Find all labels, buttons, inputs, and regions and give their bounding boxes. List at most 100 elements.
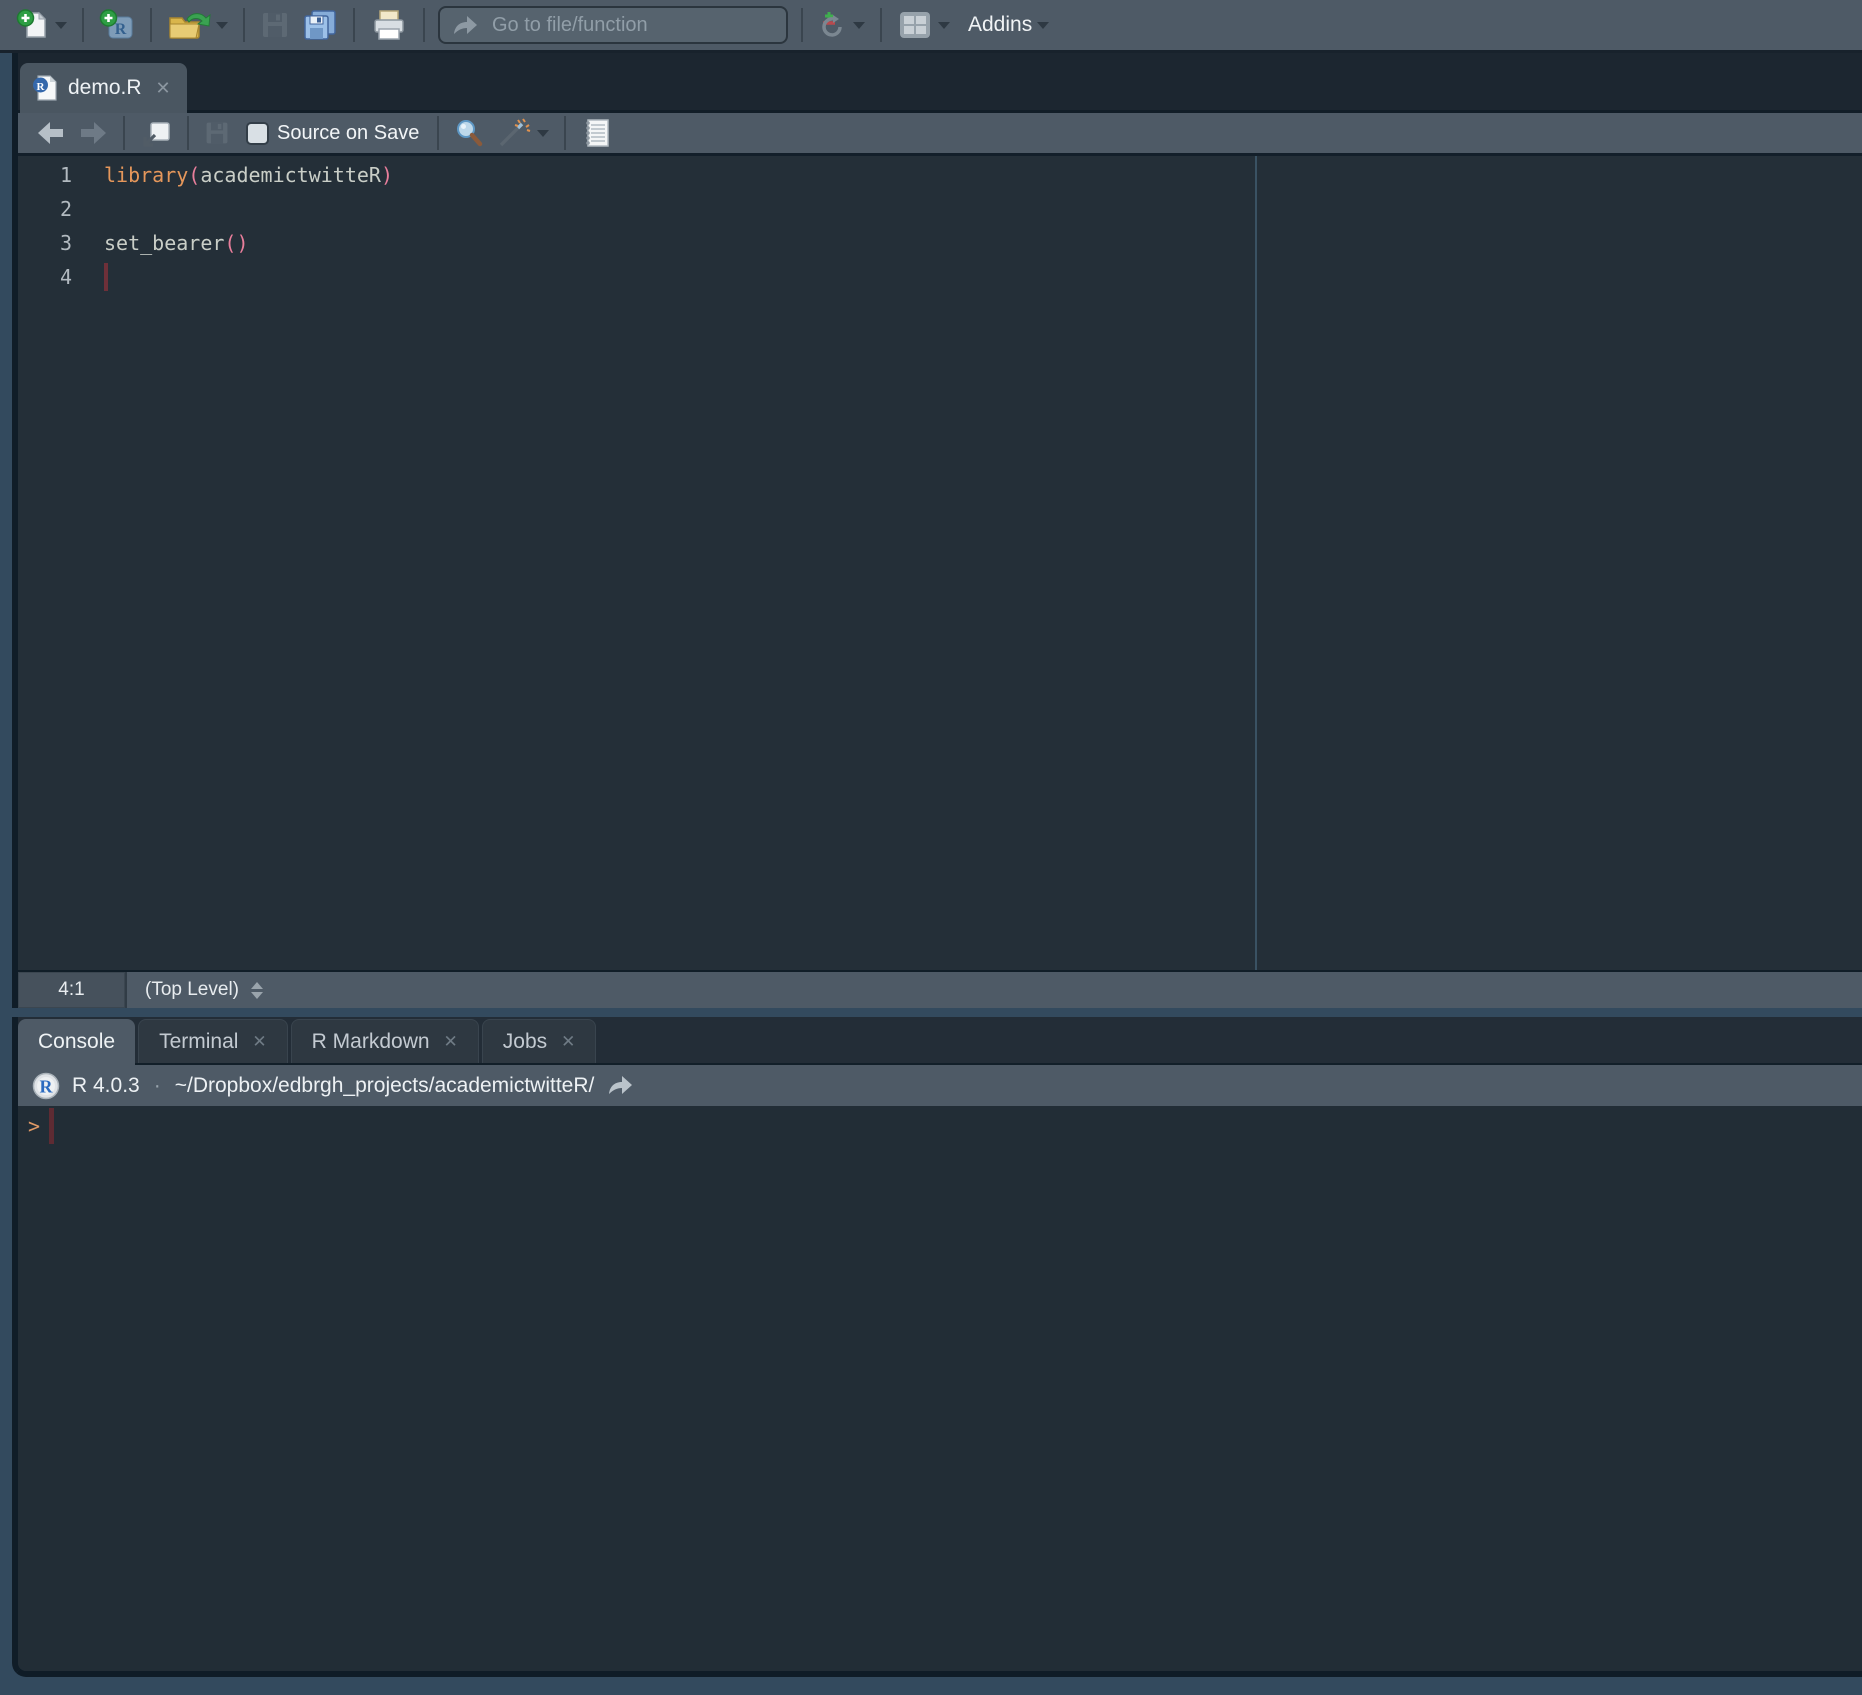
save-button-editor[interactable] <box>198 112 236 154</box>
code-line: 2 <box>18 192 1862 226</box>
line-number: 3 <box>18 226 72 260</box>
console-tab-label: Terminal <box>159 1030 238 1054</box>
editor-tab-title: demo.R <box>68 76 142 100</box>
r-logo-icon: R <box>32 1072 60 1100</box>
line-number: 4 <box>18 260 72 294</box>
show-in-new-window-icon <box>140 118 172 148</box>
console-tab-bar: Console Terminal ✕ R Markdown ✕ Jobs ✕ <box>18 1017 1862 1063</box>
scope-label: (Top Level) <box>145 979 239 1001</box>
panes-layout-caret-icon <box>938 22 950 29</box>
code-editor[interactable]: 1library(academictwitteR)23set_bearer()4 <box>18 156 1862 970</box>
new-project-button[interactable]: R <box>93 4 141 46</box>
header-dot-separator: · <box>154 1074 161 1098</box>
addins-button[interactable]: Addins <box>956 4 1055 46</box>
console-tab-jobs[interactable]: Jobs ✕ <box>482 1019 597 1063</box>
line-number: 1 <box>18 158 72 192</box>
toolbar-separator <box>187 116 189 150</box>
code-tools-button[interactable] <box>490 112 555 154</box>
toolbar-separator <box>880 8 882 42</box>
toolbar-separator <box>564 116 566 150</box>
compile-report-icon <box>581 117 611 149</box>
code-token: library <box>104 163 188 187</box>
editor-tab-demo-r[interactable]: R demo.R ✕ <box>20 63 187 113</box>
forward-button[interactable] <box>72 112 114 154</box>
code-token: ( <box>188 163 200 187</box>
new-file-button[interactable] <box>10 4 73 46</box>
code-token: ) <box>381 163 393 187</box>
console-tab-r-markdown[interactable]: R Markdown ✕ <box>291 1019 479 1063</box>
code-token: set_bearer <box>104 231 224 255</box>
save-button[interactable] <box>254 4 296 46</box>
toolbar-separator <box>123 116 125 150</box>
open-file-caret-icon <box>216 22 228 29</box>
code-text: library(academictwitteR) <box>104 158 393 192</box>
toolbar-separator <box>243 8 245 42</box>
toolbar-separator <box>150 8 152 42</box>
save-icon <box>260 10 290 40</box>
r-script-file-icon: R <box>32 73 58 103</box>
tab-close-icon[interactable]: ✕ <box>252 1032 266 1052</box>
console-body[interactable]: > <box>18 1106 1862 1671</box>
code-text <box>104 260 108 294</box>
panes-layout-button[interactable] <box>891 4 956 46</box>
code-line: 4 <box>18 260 1862 294</box>
forward-icon <box>78 120 108 146</box>
search-replace-button[interactable] <box>448 112 490 154</box>
new-file-caret-icon <box>55 22 67 29</box>
scope-selector[interactable]: (Top Level) <box>145 979 263 1001</box>
main-toolbar: R <box>0 0 1862 53</box>
editor-toolbar: Source on Save <box>18 110 1862 156</box>
editor-status-bar: 4:1 (Top Level) <box>18 970 1862 1008</box>
new-file-icon <box>16 8 50 42</box>
svg-text:R: R <box>40 1076 54 1096</box>
goto-arrow-icon <box>452 13 478 37</box>
toolbar-separator <box>353 8 355 42</box>
goto-file-function-box[interactable] <box>438 6 788 44</box>
console-tab-label: R Markdown <box>312 1030 430 1054</box>
goto-file-function-input[interactable] <box>490 13 774 38</box>
version-control-icon <box>818 6 848 44</box>
cursor-position-indicator: 4:1 <box>18 972 127 1008</box>
code-token: academictwitteR <box>200 163 381 187</box>
editor-tab-bar: R demo.R ✕ <box>18 53 1862 110</box>
version-control-caret-icon <box>853 22 865 29</box>
addins-caret-icon <box>1037 22 1049 29</box>
console-header: R R 4.0.3 · ~/Dropbox/edbrgh_projects/ac… <box>18 1063 1862 1106</box>
console-tab-terminal[interactable]: Terminal ✕ <box>138 1019 288 1063</box>
new-project-icon: R <box>99 8 135 42</box>
console-tab-label: Jobs <box>503 1030 547 1054</box>
show-in-new-window-button[interactable] <box>134 112 178 154</box>
code-line: 3 set_bearer() <box>18 226 1862 260</box>
open-file-button[interactable] <box>161 4 234 46</box>
tab-close-icon[interactable]: ✕ <box>444 1032 458 1052</box>
show-directory-arrow-icon[interactable] <box>606 1074 634 1098</box>
save-all-button[interactable] <box>296 4 344 46</box>
panes-layout-icon <box>897 9 933 41</box>
back-button[interactable] <box>30 112 72 154</box>
code-tools-icon <box>496 117 532 149</box>
console-tab-console[interactable]: Console <box>18 1019 135 1065</box>
toolbar-separator <box>423 8 425 42</box>
console-tab-label: Console <box>38 1030 115 1054</box>
r-version-label: R 4.0.3 <box>72 1074 140 1098</box>
scope-chevrons-icon <box>251 982 263 999</box>
working-directory-label[interactable]: ~/Dropbox/edbrgh_projects/academictwitte… <box>175 1074 595 1098</box>
svg-text:R: R <box>37 81 46 93</box>
toolbar-separator <box>82 8 84 42</box>
open-file-icon <box>167 9 211 41</box>
code-text: set_bearer() <box>104 226 249 260</box>
search-replace-icon <box>454 118 484 148</box>
console-prompt: > <box>28 1108 40 1144</box>
code-tools-caret-icon <box>537 130 549 137</box>
source-on-save-checkbox[interactable] <box>246 122 269 145</box>
svg-text:R: R <box>115 21 127 38</box>
compile-report-button[interactable] <box>575 112 617 154</box>
version-control-button[interactable] <box>812 4 871 46</box>
console-pane: Console Terminal ✕ R Markdown ✕ Jobs ✕ R R 4.0… <box>12 1017 1862 1677</box>
code-token: () <box>224 231 248 255</box>
editor-cursor <box>104 263 108 291</box>
editor-tab-close-icon[interactable]: ✕ <box>156 78 171 99</box>
tab-close-icon[interactable]: ✕ <box>561 1032 575 1052</box>
print-button[interactable] <box>364 4 414 46</box>
console-prompt-line: > <box>28 1108 1862 1146</box>
